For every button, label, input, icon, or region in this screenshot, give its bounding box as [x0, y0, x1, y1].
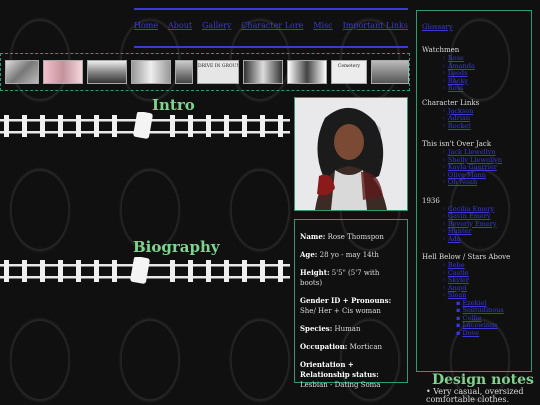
sidebar-item[interactable]: ◦ Ross	[422, 84, 526, 93]
nav-link-character-lore[interactable]: Character Lore	[241, 21, 303, 30]
sidebar-item[interactable]: ◦ Hunter	[422, 227, 526, 236]
strip-photo	[175, 60, 193, 84]
sidebar-group-title: Hell Below / Stars Above	[422, 253, 511, 261]
nav-link-home[interactable]: Home	[134, 21, 158, 30]
info-species: Species: Human	[300, 324, 361, 333]
sidebar-item[interactable]: ◦ Amanda	[422, 62, 526, 71]
photo-strip: DRIVE IN GROUND DIFFERENCE Cemetery	[0, 53, 410, 91]
strip-photo	[371, 60, 409, 84]
fence-divider-intro	[0, 112, 290, 139]
sidebar-item[interactable]: ◦ Leeds	[422, 69, 526, 78]
sidebar-item[interactable]: ◦ Rocket	[422, 122, 526, 131]
strip-photo-sign-text: DRIVE IN GROUND DIFFERENCE	[198, 64, 238, 69]
info-height: Height: 5'5" (5'7 with boots)	[300, 268, 380, 287]
fence-divider-biography	[0, 257, 290, 284]
sidebar-item[interactable]: ◦ Jackson	[422, 107, 526, 116]
strip-photo	[5, 60, 39, 84]
strip-photo	[243, 60, 283, 84]
sidebar-item[interactable]: ◦ Beverly Emery	[422, 220, 526, 229]
top-nav: Home About Gallery Character Lore Misc I…	[134, 8, 408, 48]
sidebar-group-title: Character Links	[422, 98, 480, 107]
info-gender: Gender ID + Pronouns: She/ Her + Cis wom…	[300, 296, 392, 315]
glossary-link[interactable]: Glossary	[422, 23, 526, 32]
design-notes-item: • Very casual, oversized comfortable clo…	[426, 387, 524, 404]
sidebar-item[interactable]: ◦ Adrian	[422, 114, 526, 123]
portrait-illustration	[295, 98, 407, 210]
info-age: Age: 28 yo - may 14th	[300, 250, 379, 259]
strip-photo-cemetery-text: Cemetery	[337, 64, 361, 69]
info-name: Name: Rose Thomspon	[300, 232, 384, 241]
info-orientation: Orientation + Relationship status: Lesbi…	[300, 360, 381, 389]
nav-link-important-links[interactable]: Important Links	[343, 21, 408, 30]
sidebar-item[interactable]: ◦ Oh Noah	[422, 178, 526, 187]
character-info-box: Name: Rose Thomspon Age: 28 yo - may 14t…	[294, 219, 408, 389]
sidebar-group-title: Watchmen	[422, 46, 460, 54]
sidebar-subitem[interactable]: ▪ Dove	[422, 329, 526, 338]
nav-link-gallery[interactable]: Gallery	[202, 21, 231, 30]
nav-link-misc[interactable]: Misc	[313, 21, 332, 30]
strip-photo	[87, 60, 127, 84]
nav-link-about[interactable]: About	[168, 21, 192, 30]
sidebar-item[interactable]: ◦ Rocky	[422, 77, 526, 86]
sidebar-item[interactable]: ◦ Ada	[422, 235, 526, 244]
sidebar-item[interactable]: ◦ Angel	[422, 284, 526, 293]
character-portrait	[294, 97, 408, 211]
glossary-sidebar: Glossary Watchmen ◦ Rose ◦ Amanda ◦ Leed…	[416, 10, 532, 372]
strip-photo	[131, 60, 171, 84]
strip-photo-cemetery: Cemetery	[331, 60, 367, 84]
strip-photo	[43, 60, 83, 84]
strip-photo-sign: DRIVE IN GROUND DIFFERENCE	[197, 60, 239, 84]
info-occupation: Occupation: Mortican	[300, 342, 383, 351]
strip-photo	[287, 60, 327, 84]
sidebar-item[interactable]: ◦ Castle	[422, 269, 526, 278]
sidebar-item[interactable]: ◦ Skyler	[422, 276, 526, 285]
nav-links: Home About Gallery Character Lore Misc I…	[134, 21, 408, 30]
biography-heading: Biography	[133, 238, 220, 256]
sidebar-item[interactable]: ◦ Bebe	[422, 261, 526, 270]
design-notes-heading: Design notes	[432, 372, 534, 388]
